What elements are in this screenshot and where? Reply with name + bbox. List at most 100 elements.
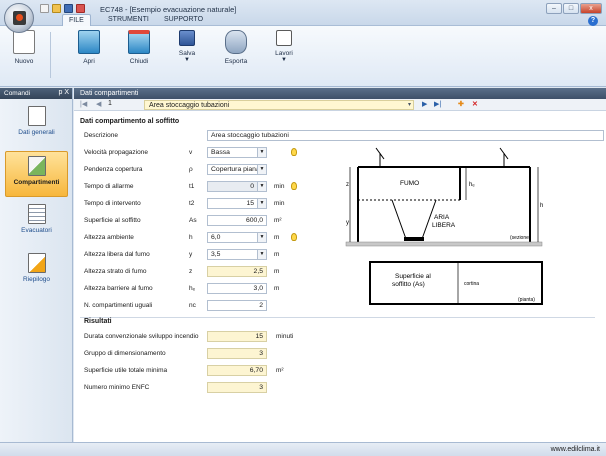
record-navigator: |◀ ◀ 1 Area stoccaggio tubazioni ▾ ▶ ▶| … (74, 99, 606, 111)
chevron-down-icon[interactable]: ▼ (257, 182, 266, 191)
close-button[interactable]: Chiudi (117, 30, 161, 82)
new-button[interactable]: Nuovo (2, 30, 46, 82)
summary-pencil-icon (27, 253, 46, 273)
last-record-icon[interactable]: ▶| (434, 100, 441, 108)
field-unit: m (274, 251, 280, 258)
compartment-icon (27, 156, 46, 176)
open-quick-icon[interactable] (52, 4, 61, 13)
field-symbol: t2 (189, 200, 195, 207)
field-label: N. compartimenti uguali (84, 302, 153, 309)
room-height-select[interactable]: 6,0 ▼ (207, 232, 267, 243)
next-record-icon[interactable]: ▶ (422, 100, 427, 108)
website-link[interactable]: www.edilclima.it (551, 446, 600, 453)
add-record-icon[interactable]: ✚ (458, 100, 464, 108)
tab-file[interactable]: FILE (62, 14, 91, 26)
equal-compartments-field[interactable]: 2 (207, 300, 267, 311)
delete-record-icon[interactable]: ✕ (472, 100, 478, 108)
panel-pin-close-icons[interactable]: p X (58, 89, 69, 96)
description-field[interactable]: Area stoccaggio tubazioni (207, 130, 604, 141)
lightbulb-icon[interactable] (291, 233, 297, 241)
diagram-surface-label-2: soffitto (As) (392, 281, 425, 288)
sidebar-item-riepilogo[interactable]: Riepilogo (5, 249, 68, 295)
field-value: Bassa (211, 149, 230, 156)
window-controls: – □ x (546, 3, 602, 14)
field-label: Altezza ambiente (84, 234, 134, 241)
smoke-barrier-height-field[interactable]: 3,0 (207, 283, 267, 294)
clipboard-icon (27, 106, 46, 126)
new-quick-icon[interactable] (40, 4, 49, 13)
maximize-button[interactable]: □ (563, 3, 579, 14)
field-label: Superficie al soffitto (84, 217, 141, 224)
propagation-speed-select[interactable]: Bassa ▼ (207, 147, 267, 158)
save-icon (179, 30, 195, 46)
record-number: 1 (108, 100, 112, 107)
result-value: 6,70 (207, 365, 267, 376)
sidebar-item-evacuatori[interactable]: Evacuatori (5, 200, 68, 246)
intervention-time-field[interactable]: 15 ▼ (207, 198, 267, 209)
prev-record-icon[interactable]: ◀ (96, 100, 101, 108)
diagram-free-air-label-2: LIBERA (432, 222, 456, 229)
export-icon (225, 30, 247, 54)
commands-panel: Comandi p X Dati generali Compartimenti … (0, 88, 73, 442)
help-icon[interactable]: ? (588, 16, 598, 26)
sidebar-item-label: Riepilogo (22, 276, 51, 283)
field-symbol: v (189, 149, 193, 156)
field-unit: m (274, 285, 280, 292)
jobs-dropdown-icon[interactable]: ▼ (262, 57, 306, 63)
jobs-button[interactable]: Lavori ▼ (262, 30, 306, 82)
save-quick-icon[interactable] (64, 4, 73, 13)
chevron-down-icon[interactable]: ▼ (257, 199, 266, 208)
close-quick-icon[interactable] (76, 4, 85, 13)
save-dropdown-icon[interactable]: ▼ (165, 57, 209, 63)
result-row: Numero minimo ENFC 3 (84, 382, 584, 394)
vent-icon (27, 204, 46, 224)
close-label: Chiudi (129, 58, 149, 65)
tab-strumenti[interactable]: STRUMENTI (102, 14, 155, 25)
field-symbol: nc (189, 302, 196, 309)
compartment-selector[interactable]: Area stoccaggio tubazioni ▾ (144, 100, 414, 110)
diagram-section-label: (sezione) (510, 235, 531, 241)
first-record-icon[interactable]: |◀ (80, 100, 87, 108)
field-unit: m (274, 268, 280, 275)
lightbulb-icon[interactable] (291, 182, 297, 190)
field-label: Altezza barriere al fumo (84, 285, 153, 292)
diagram-surface-label-1: Superficie al (395, 273, 431, 280)
alarm-time-field[interactable]: 0 ▼ (207, 181, 267, 192)
field-label: Tempo di allarme (84, 183, 134, 190)
export-button[interactable]: Esporta (214, 30, 258, 82)
chevron-down-icon[interactable]: ▼ (257, 250, 266, 259)
result-value: 3 (207, 348, 267, 359)
diagram-curtain-label: cortina (464, 281, 479, 287)
sidebar-item-compartimenti[interactable]: Compartimenti (5, 151, 68, 197)
jobs-label: Lavori (275, 50, 293, 57)
description-row: Descrizione Area stoccaggio tubazioni (84, 130, 604, 142)
compartment-selector-value: Area stoccaggio tubazioni (149, 102, 230, 109)
smoke-free-height-select[interactable]: 3,5 ▼ (207, 249, 267, 260)
field-unit: m (274, 234, 280, 241)
field-value: 15 (246, 200, 254, 207)
chevron-down-icon[interactable]: ▼ (257, 148, 266, 157)
main-header: Dati compartimenti (74, 88, 606, 99)
ceiling-area-field[interactable]: 600,0 (207, 215, 267, 226)
chevron-down-icon[interactable]: ▼ (257, 165, 266, 174)
app-menu-button[interactable] (4, 3, 34, 33)
lightbulb-icon[interactable] (291, 148, 297, 156)
result-label: Gruppo di dimensionamento (84, 350, 166, 357)
roof-slope-select[interactable]: Copertura piana ▼ (207, 164, 267, 175)
result-label: Numero minimo ENFC (84, 384, 150, 391)
export-label: Esporta (224, 58, 248, 65)
window-title: EC748 - [Esempio evacuazione naturale] (100, 5, 237, 14)
chevron-down-icon[interactable]: ▼ (257, 233, 266, 242)
field-symbol: y (189, 251, 193, 258)
tab-supporto[interactable]: SUPPORTO (158, 14, 209, 25)
ribbon-separator (50, 32, 51, 78)
minimize-button[interactable]: – (546, 3, 562, 14)
close-window-button[interactable]: x (580, 3, 602, 14)
result-unit: m² (276, 367, 284, 374)
field-label: Velocità propagazione (84, 149, 148, 156)
chevron-down-icon[interactable]: ▾ (408, 101, 411, 110)
jobs-icon (276, 30, 292, 46)
save-button[interactable]: Salva ▼ (165, 30, 209, 82)
sidebar-item-dati-generali[interactable]: Dati generali (5, 102, 68, 148)
open-button[interactable]: Apri (67, 30, 111, 82)
